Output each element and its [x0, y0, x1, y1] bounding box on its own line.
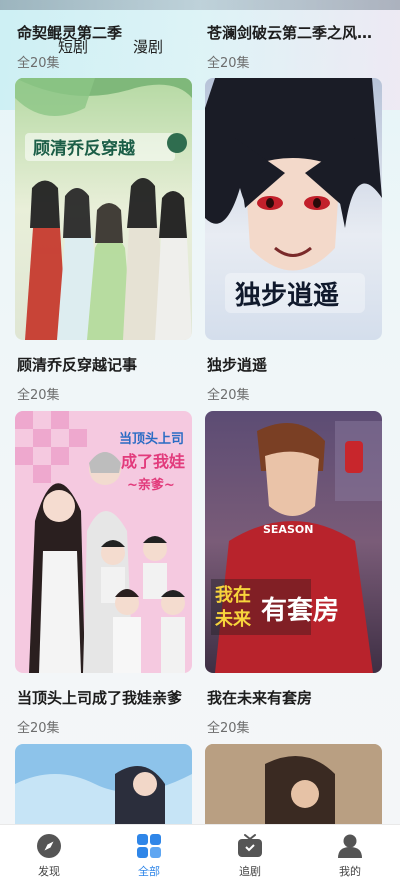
- nav-profile[interactable]: 我的: [320, 831, 380, 879]
- card-episodes: 全20集: [17, 388, 60, 403]
- nav-label: 追剧: [239, 865, 261, 878]
- nav-label: 我的: [339, 865, 361, 878]
- nav-all[interactable]: 全部: [119, 831, 179, 879]
- nav-discover[interactable]: 发现: [19, 831, 79, 879]
- bottom-navigation: 发现 全部 追剧 我的: [0, 824, 400, 882]
- nav-label: 发现: [38, 865, 60, 878]
- grid-icon: [137, 834, 161, 858]
- cover-title-text: 顾清乔反穿越: [33, 138, 136, 159]
- card-episodes: 全20集: [17, 721, 60, 736]
- card-cover[interactable]: 顾清乔反穿越: [15, 78, 192, 340]
- cover-title-line: 有套房: [261, 596, 339, 626]
- tab-comic-drama[interactable]: 漫剧: [133, 36, 163, 57]
- cover-title-line: 我在: [215, 584, 251, 606]
- top-image-strip: [0, 0, 400, 10]
- card-title: 当顶头上司成了我娃亲爹: [17, 689, 183, 707]
- card-title: 顾清乔反穿越记事: [17, 356, 138, 374]
- nav-follow[interactable]: 追剧: [220, 831, 280, 879]
- cover-title-line: 当顶头上司: [119, 431, 184, 447]
- cover-shirt-text: SEASON: [263, 523, 313, 536]
- cover-title-text: 独步逍遥: [235, 280, 339, 311]
- user-icon: [338, 834, 362, 858]
- card-cover[interactable]: 独步逍遥: [205, 78, 382, 340]
- nav-label: 全部: [138, 865, 160, 878]
- cover-title-line: 未来: [215, 609, 252, 630]
- cover-title-line: ~亲爹~: [127, 477, 175, 493]
- category-tabs: 短剧 漫剧: [0, 36, 400, 68]
- card-cover[interactable]: [15, 744, 192, 824]
- card-cover[interactable]: SEASON 我在 未来 有套房: [205, 411, 382, 673]
- card-cover[interactable]: [205, 744, 382, 824]
- tab-short-drama[interactable]: 短剧: [58, 36, 88, 57]
- cover-title-line: 成了我娃: [121, 452, 185, 471]
- card-title: 我在未来有套房: [207, 689, 313, 707]
- card-episodes: 全20集: [207, 721, 250, 736]
- compass-icon: [37, 834, 61, 858]
- card-title: 独步逍遥: [207, 356, 268, 374]
- card-episodes: 全20集: [207, 388, 250, 403]
- tv-icon: [238, 834, 262, 857]
- card-cover[interactable]: 当顶头上司 成了我娃 ~亲爹~: [15, 411, 192, 673]
